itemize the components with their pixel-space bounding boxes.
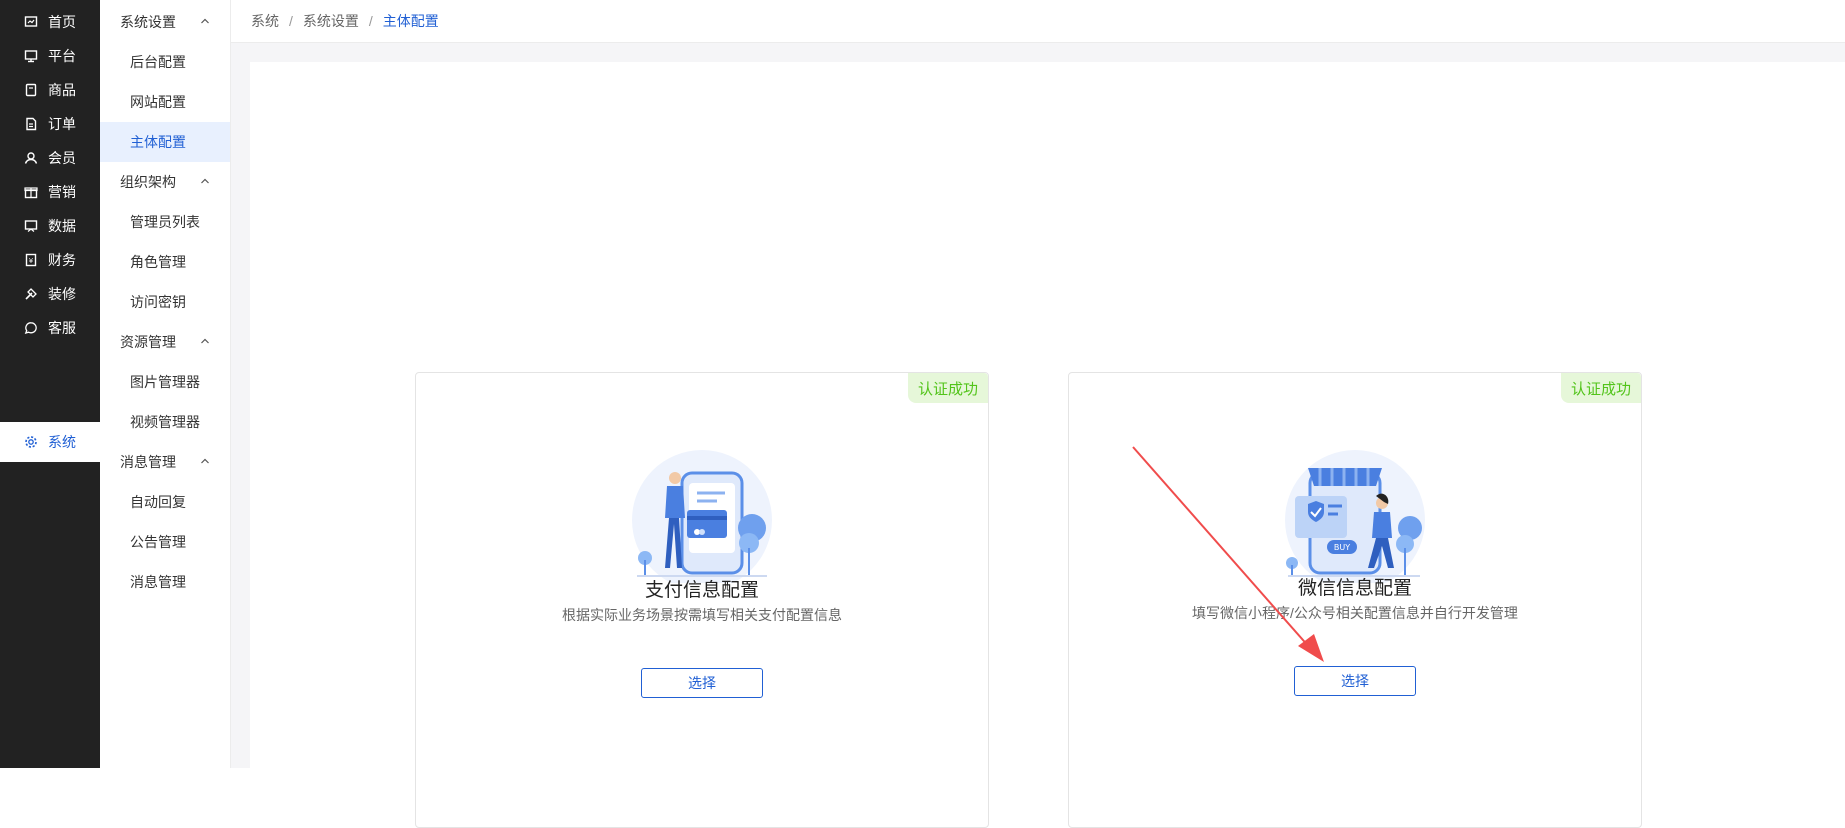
nav-item-label: 首页 [48, 14, 76, 30]
gear-icon [24, 435, 38, 449]
submenu-group-label: 消息管理 [120, 454, 176, 470]
nav-item-service[interactable]: 客服 [0, 308, 100, 348]
breadcrumb-item[interactable]: 系统 [251, 11, 279, 31]
submenu-item-label: 主体配置 [130, 134, 186, 150]
payment-illustration-icon [632, 450, 772, 583]
chevron-up-icon [201, 178, 209, 184]
decorate-icon [24, 287, 38, 301]
chart-icon [24, 219, 38, 233]
chat-icon [24, 321, 38, 335]
order-icon [24, 117, 38, 131]
member-icon [24, 151, 38, 165]
payment-config-card: 认证成功 支付信息配置 根据实际业务场景按需填写相关支付配置信息 选择 [415, 372, 989, 828]
chevron-up-icon [201, 18, 209, 24]
select-button[interactable]: 选择 [1294, 666, 1416, 696]
status-badge: 认证成功 [1560, 373, 1641, 403]
submenu-item-label: 管理员列表 [130, 214, 200, 230]
submenu-item-auto-reply[interactable]: 自动回复 [100, 482, 230, 522]
main-nav: 首页 平台 商品 订单 会员 营销 数据 ¥ 财务 装修 客服 系统 [0, 0, 100, 768]
submenu-item-label: 消息管理 [130, 574, 186, 590]
submenu-item-message-management[interactable]: 消息管理 [100, 562, 230, 602]
nav-item-label: 商品 [48, 82, 76, 98]
submenu-item-label: 图片管理器 [130, 374, 200, 390]
card-description: 根据实际业务场景按需填写相关支付配置信息 [562, 607, 842, 623]
submenu-item-label: 网站配置 [130, 94, 186, 110]
wechat-shop-illustration-icon: BUY [1285, 450, 1425, 583]
submenu-item-label: 公告管理 [130, 534, 186, 550]
nav-item-label: 客服 [48, 320, 76, 336]
submenu-group-system-settings[interactable]: 系统设置 [100, 2, 230, 42]
nav-item-label: 装修 [48, 286, 76, 302]
wechat-config-card: 认证成功 BUY 微信信息配置 填写微信小程序/公众号相关配置信息并自行开发管理… [1068, 372, 1642, 828]
nav-item-label: 订单 [48, 116, 76, 132]
nav-item-label: 营销 [48, 184, 76, 200]
status-badge: 认证成功 [907, 373, 988, 403]
breadcrumb-separator: / [289, 13, 293, 29]
nav-item-system[interactable]: 系统 [0, 422, 100, 462]
main-content: 认证成功 支付信息配置 根据实际业务场景按需填写相关支付配置信息 选择 认证成功 [250, 62, 1845, 828]
submenu-item-label: 自动回复 [130, 494, 186, 510]
product-icon [24, 83, 38, 97]
submenu-group-resources[interactable]: 资源管理 [100, 322, 230, 362]
submenu-item-label: 后台配置 [130, 54, 186, 70]
gift-icon [24, 185, 38, 199]
submenu-item-backend-config[interactable]: 后台配置 [100, 42, 230, 82]
finance-icon: ¥ [24, 253, 38, 267]
card-title: 支付信息配置 [644, 580, 759, 601]
card-description: 填写微信小程序/公众号相关配置信息并自行开发管理 [1192, 605, 1518, 621]
submenu-group-label: 资源管理 [120, 334, 176, 350]
nav-item-label: 系统 [48, 434, 76, 450]
submenu-item-image-manager[interactable]: 图片管理器 [100, 362, 230, 402]
submenu-item-label: 访问密钥 [130, 294, 186, 310]
submenu-item-access-keys[interactable]: 访问密钥 [100, 282, 230, 322]
submenu-item-site-config[interactable]: 网站配置 [100, 82, 230, 122]
nav-item-label: 平台 [48, 48, 76, 64]
breadcrumb-item[interactable]: 系统设置 [303, 11, 359, 31]
svg-text:¥: ¥ [29, 257, 34, 265]
submenu-group-organization[interactable]: 组织架构 [100, 162, 230, 202]
breadcrumb: 系统 / 系统设置 / 主体配置 [231, 0, 1845, 43]
submenu-item-entity-config[interactable]: 主体配置 [100, 122, 230, 162]
chevron-up-icon [201, 338, 209, 344]
submenu-item-admin-list[interactable]: 管理员列表 [100, 202, 230, 242]
submenu-item-label: 视频管理器 [130, 414, 200, 430]
submenu-group-label: 组织架构 [120, 174, 176, 190]
chevron-up-icon [201, 458, 209, 464]
submenu-item-role-management[interactable]: 角色管理 [100, 242, 230, 282]
submenu-item-video-manager[interactable]: 视频管理器 [100, 402, 230, 442]
sub-menu: 系统设置 后台配置 网站配置 主体配置 组织架构 管理员列表 角色管理 访问密钥… [100, 0, 231, 768]
breadcrumb-separator: / [368, 13, 373, 29]
submenu-group-label: 系统设置 [120, 14, 176, 30]
submenu-item-notice-management[interactable]: 公告管理 [100, 522, 230, 562]
breadcrumb-current: 主体配置 [382, 13, 439, 29]
submenu-group-messages[interactable]: 消息管理 [100, 442, 230, 482]
nav-item-label: 财务 [48, 252, 76, 268]
monitor-icon [24, 49, 38, 63]
nav-item-label: 会员 [48, 150, 76, 166]
home-icon [24, 15, 38, 29]
nav-item-label: 数据 [48, 218, 76, 234]
svg-text:BUY: BUY [1334, 543, 1350, 552]
select-button[interactable]: 选择 [641, 668, 763, 698]
submenu-item-label: 角色管理 [130, 254, 186, 270]
card-title: 微信信息配置 [1297, 578, 1412, 599]
